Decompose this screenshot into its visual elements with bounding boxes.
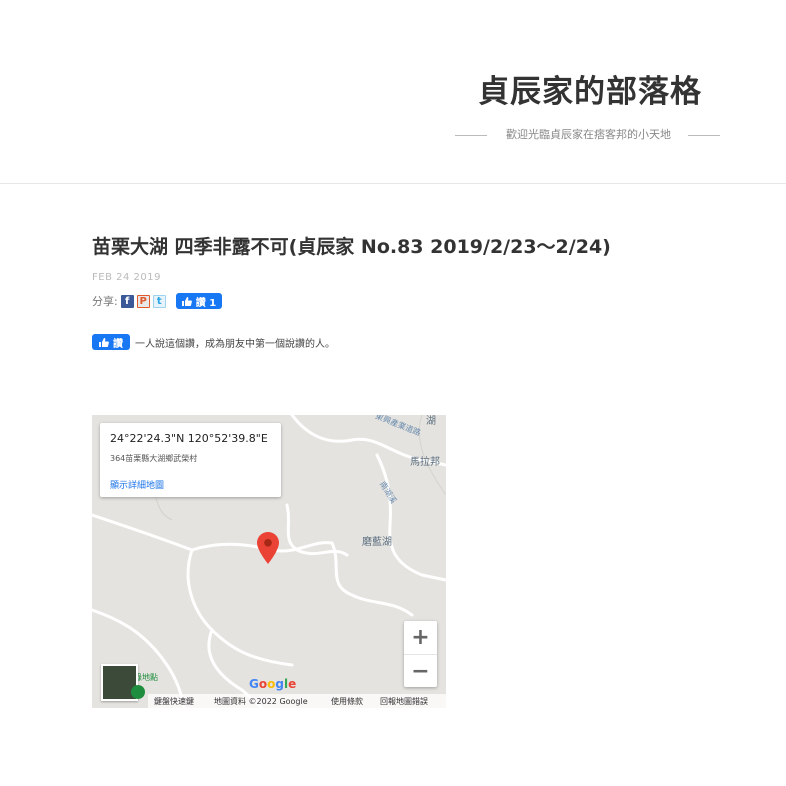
twitter-icon[interactable]: t xyxy=(152,294,166,308)
zoom-out-button[interactable]: − xyxy=(404,654,437,688)
like-button[interactable]: 讚 xyxy=(92,334,130,350)
map-pin-icon[interactable] xyxy=(257,532,279,564)
green-place-icon xyxy=(131,685,145,699)
map-label-town: 馬拉邦 xyxy=(410,457,440,468)
embedded-google-map[interactable]: 東興產業道路 湖 馬拉邦 南湖溪 磨藍湖 24°22'24.3"N 120°52… xyxy=(92,415,446,708)
like-count-label: 讚 1 xyxy=(195,297,217,309)
facebook-like-button[interactable]: 讚 1 xyxy=(175,293,223,309)
thumbs-up-icon xyxy=(99,337,109,347)
post-date: FEB 24 2019 xyxy=(92,272,161,283)
keyboard-shortcuts-link[interactable]: 鍵盤快速鍵 xyxy=(154,696,194,707)
terms-link[interactable]: 使用條款 xyxy=(331,696,363,707)
report-error-link[interactable]: 回報地圖錯誤 xyxy=(380,696,428,707)
map-coordinates: 24°22'24.3"N 120°52'39.8"E xyxy=(110,432,268,445)
view-larger-map-link[interactable]: 顯示詳細地圖 xyxy=(110,478,164,491)
share-row: 分享: f P t 讚 1 xyxy=(92,293,223,309)
tagline-row: 歡迎光臨貞辰家在痞客邦的小天地 xyxy=(455,126,720,144)
post-title[interactable]: 苗栗大湖 四季非露不可(貞辰家 No.83 2019/2/23～2/24) xyxy=(92,232,611,259)
google-logo: Google xyxy=(249,677,297,691)
map-label-corner: 湖 xyxy=(426,416,436,427)
blog-title[interactable]: 貞辰家的部落格 xyxy=(478,66,702,111)
like-social-text: 一人說這個讚，成為朋友中第一個說讚的人。 xyxy=(135,338,335,350)
share-label: 分享: xyxy=(92,295,118,308)
thumbs-up-icon xyxy=(181,296,192,306)
map-data-attribution: 地圖資料 ©2022 Google xyxy=(214,697,308,706)
facebook-icon[interactable]: f xyxy=(120,294,134,308)
plurk-icon[interactable]: P xyxy=(136,294,150,308)
map-address: 364苗栗縣大湖鄉武榮村 xyxy=(110,454,198,463)
like-widget: 讚 一人說這個讚，成為朋友中第一個說讚的人。 xyxy=(92,334,335,350)
like-button-label: 讚 xyxy=(113,338,123,350)
blog-header: 貞辰家的部落格 歡迎光臨貞辰家在痞客邦的小天地 xyxy=(0,0,786,184)
map-label-lake: 磨藍湖 xyxy=(362,537,392,548)
map-info-card: 24°22'24.3"N 120°52'39.8"E 364苗栗縣大湖鄉武榮村 … xyxy=(100,423,281,497)
tagline-divider-right xyxy=(688,135,720,136)
zoom-controls: + − xyxy=(404,621,437,687)
tagline-divider-left xyxy=(455,135,487,136)
map-attribution-bar: 鍵盤快速鍵 地圖資料 ©2022 Google 使用條款 回報地圖錯誤 xyxy=(148,694,446,708)
zoom-in-button[interactable]: + xyxy=(404,621,437,654)
blog-tagline: 歡迎光臨貞辰家在痞客邦的小天地 xyxy=(506,128,671,141)
